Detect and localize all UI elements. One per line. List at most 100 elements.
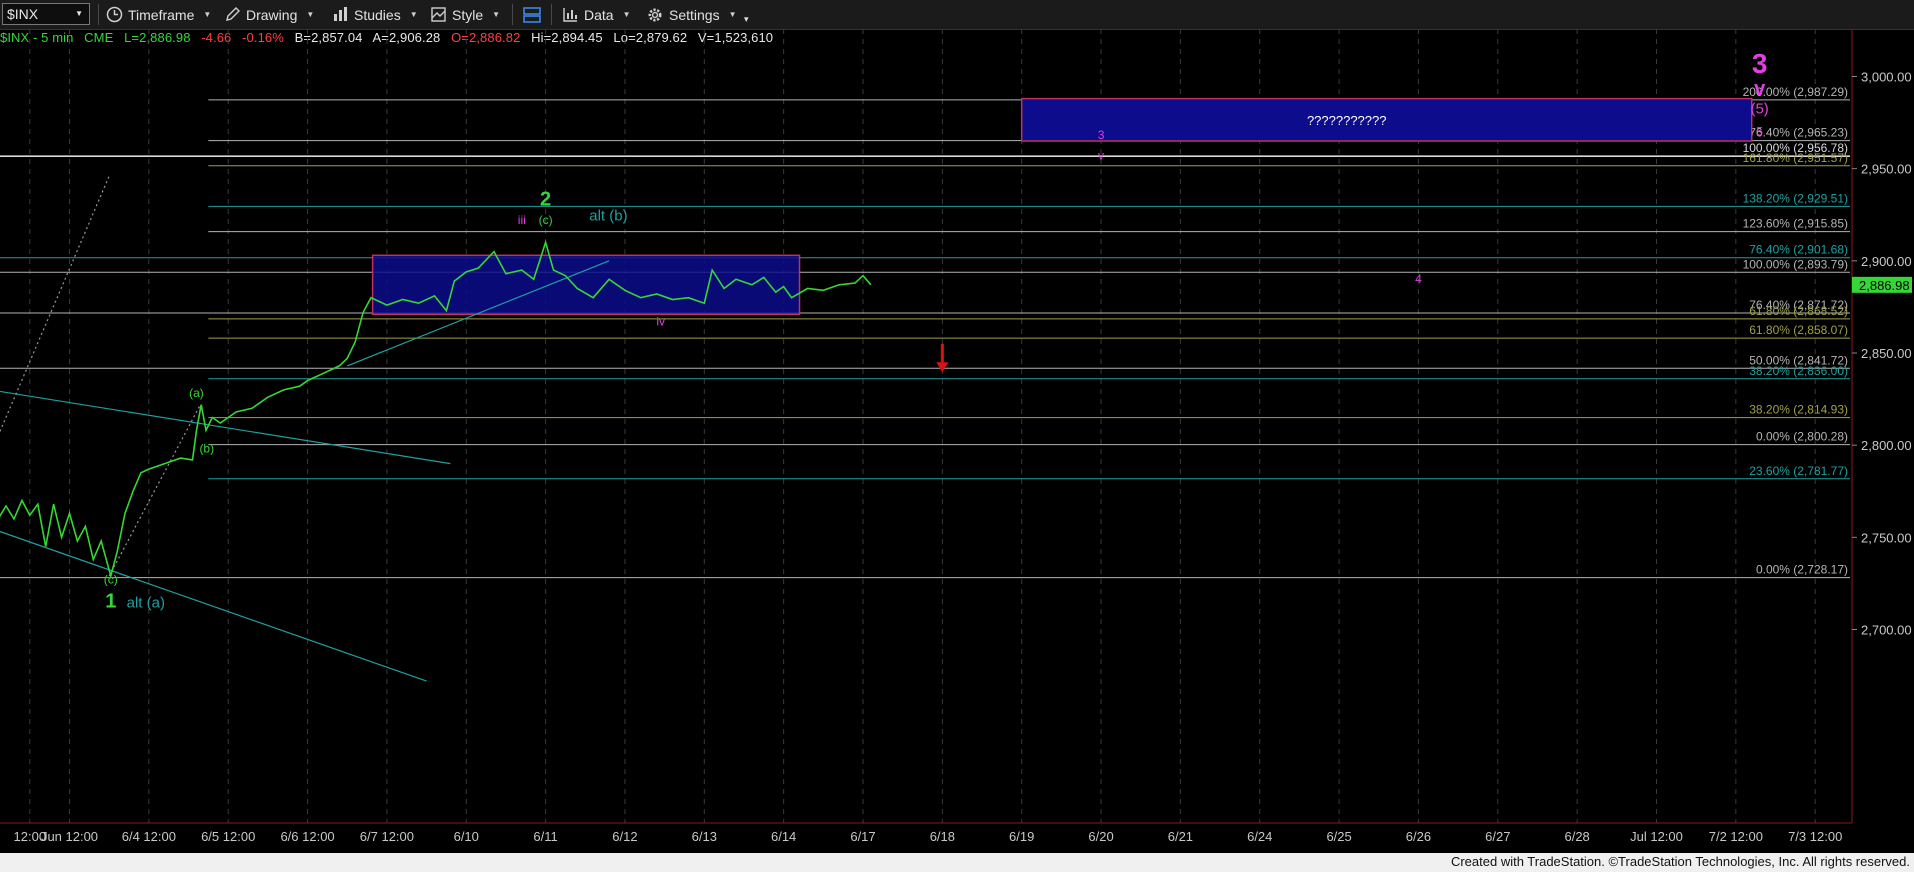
wave-label: 3 [1752,48,1768,79]
fib-level-label: 138.20% (2,929.51) [1743,191,1848,205]
x-tick-label: 6/28 [1564,829,1589,844]
trendline [0,390,451,465]
x-tick-label: 6/6 12:00 [280,829,334,844]
wave-label: 3 [1098,128,1105,142]
target-box-label: ??????????? [1307,113,1387,128]
style-icon [431,7,446,22]
x-tick-label: 6/18 [930,829,955,844]
settings-label: Settings [669,6,720,23]
studies-button[interactable]: Studies ▼ [332,3,418,26]
x-tick-label: 6/20 [1088,829,1113,844]
wave-label: (a) [189,386,204,400]
gear-icon [648,8,662,21]
symbol-text: $INX [7,6,39,22]
x-tick-label: 6/4 12:00 [122,829,176,844]
chevron-down-icon: ▼ [492,10,501,19]
chevron-down-icon: ▼ [728,10,737,19]
symbol-dropdown-icon[interactable]: ▼ [75,4,83,24]
fib-level-label: 61.80% (2,868.52) [1749,304,1848,318]
y-tick-label: 3,000.00 [1861,70,1912,85]
toolbar-overflow-icon[interactable]: ▾ [744,8,749,31]
data-icon [563,8,577,22]
trendline [0,175,110,433]
x-tick-label: 6/24 [1247,829,1272,844]
trendline [0,530,427,682]
y-tick-label: 2,850.00 [1861,346,1912,361]
data-button[interactable]: Data ▼ [562,3,631,26]
x-tick-label: 6/11 [533,829,557,844]
footer-bar: Created with TradeStation. ©TradeStation… [0,853,1914,872]
target-box [1020,97,1753,142]
x-tick-label: 6/7 12:00 [360,829,414,844]
trendline [108,404,201,577]
wave-label: 2 [540,189,551,211]
toolbar-divider [98,4,99,25]
fib-level-label: 38.20% (2,814.93) [1749,403,1848,417]
x-tick-label: 6/5 12:00 [201,829,255,844]
pencil-icon [226,7,240,21]
drawing-button[interactable]: Drawing ▼ [224,3,314,26]
fib-level-label: 0.00% (2,728.17) [1756,563,1848,577]
x-tick-label: 6/25 [1326,829,1351,844]
toolbar-divider [551,4,552,25]
copyright-text: Created with TradeStation. ©TradeStation… [1450,854,1910,869]
toolbar-divider [512,4,513,25]
y-tick-label: 2,950.00 [1861,162,1912,177]
x-tick-label: 6/13 [692,829,717,844]
clock-icon [106,6,123,23]
wave-label: iv [656,314,665,328]
y-tick-label: 2,900.00 [1861,254,1912,269]
fib-level-label: 61.80% (2,858.07) [1749,323,1848,337]
data-label: Data [584,6,614,23]
wave-label: alt (b) [589,207,627,224]
chevron-down-icon: ▼ [203,10,212,19]
x-tick-label: Jul 12:00 [1630,829,1683,844]
studies-icon [334,7,347,21]
x-tick-label: 6/12 [612,829,637,844]
x-tick-label: 6/10 [454,829,479,844]
down-arrow-head-icon [936,362,949,373]
wave-label: (c) [104,572,118,586]
x-tick-label: 6/21 [1168,829,1193,844]
style-button[interactable]: Style ▼ [430,3,500,26]
price-chart[interactable]: 3,000.00 2,950.00 2,900.00 2,850.00 2,800.00… [0,29,1914,853]
timeframe-button[interactable]: Timeframe ▼ [106,3,211,26]
fib-level-label: 0.00% (2,800.28) [1756,430,1848,444]
wave-label: (c) [539,213,553,227]
fib-level-label: 100.00% (2,893.79) [1743,257,1848,271]
last-price-label: 2,886.98 [1859,278,1910,293]
timeframe-label: Timeframe [128,6,195,23]
drawing-label: Drawing [246,6,298,23]
fib-level-label: 161.80% (2,951.57) [1743,151,1848,165]
chevron-down-icon: ▼ [306,10,315,19]
x-tick-label: 6/26 [1406,829,1431,844]
x-tick-label: 7/3 12:00 [1788,829,1842,844]
y-tick-label: 2,750.00 [1861,530,1912,545]
wave-label: iii [518,213,526,227]
fib-level-label: 38.20% (2,836.00) [1749,364,1848,378]
wave-label: v [1098,148,1104,162]
fib-level-label: 123.60% (2,915.85) [1743,217,1848,231]
x-tick-label: 6/14 [771,829,796,844]
studies-label: Studies [354,6,401,23]
wave-label: 1 [105,590,116,612]
wave-label: 5 [1756,124,1763,138]
wave-label: v [1754,78,1766,100]
x-tick-label: 6/19 [1009,829,1034,844]
toolbar: $INX ▼ Timeframe ▼ Drawing ▼ Studies ▼ S… [0,0,1914,30]
wave-label: (5) [1750,100,1768,117]
wave-label: 4 [1415,272,1422,286]
fib-level-label: 23.60% (2,781.77) [1749,464,1848,478]
consolidation-box [371,254,801,316]
settings-button[interactable]: Settings ▼ [646,3,737,26]
x-tick-label: 6/17 [850,829,875,844]
wave-label: (b) [199,442,214,456]
symbol-input[interactable]: $INX ▼ [2,3,90,25]
x-tick-label: 7/2 12:00 [1709,829,1763,844]
y-tick-label: 2,700.00 [1861,623,1912,638]
layout-toggle-button[interactable] [522,3,542,26]
x-tick-label: Jun 12:00 [41,829,98,844]
y-tick-label: 2,800.00 [1861,438,1912,453]
chevron-down-icon: ▼ [622,10,631,19]
style-label: Style [452,6,484,23]
